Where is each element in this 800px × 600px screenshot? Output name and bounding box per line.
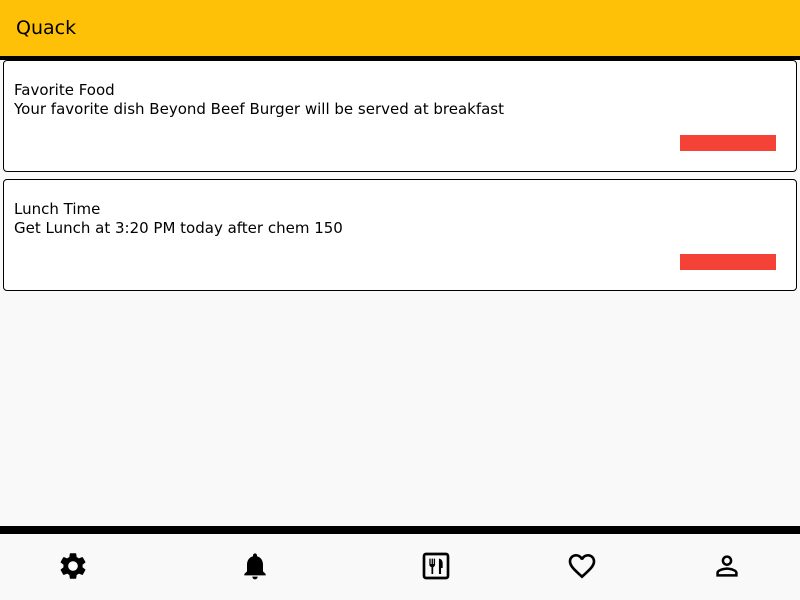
nav-menu[interactable]	[412, 542, 460, 590]
notification-body: Your favorite dish Beyond Beef Burger wi…	[14, 100, 504, 118]
dismiss-button[interactable]	[680, 135, 776, 151]
nav-profile[interactable]	[703, 542, 751, 590]
nav-favorites[interactable]	[558, 542, 606, 590]
nav-settings[interactable]	[49, 542, 97, 590]
app-title: Quack	[16, 17, 77, 39]
notification-title: Favorite Food	[14, 81, 115, 99]
profile-icon	[716, 555, 738, 577]
notification-body: Get Lunch at 3:20 PM today after chem 15…	[14, 219, 343, 237]
nav-notifications[interactable]	[231, 542, 279, 590]
notification-title: Lunch Time	[14, 200, 101, 218]
bottom-navigation	[0, 526, 800, 600]
gear-icon	[60, 553, 86, 579]
heart-icon	[568, 554, 596, 579]
app-bar: Quack	[0, 0, 800, 60]
menu-icon	[422, 552, 450, 580]
notification-card[interactable]: Favorite Food Your favorite dish Beyond …	[3, 60, 797, 172]
notification-card[interactable]: Lunch Time Get Lunch at 3:20 PM today af…	[3, 179, 797, 291]
dismiss-button[interactable]	[680, 254, 776, 270]
bell-icon	[244, 553, 266, 580]
